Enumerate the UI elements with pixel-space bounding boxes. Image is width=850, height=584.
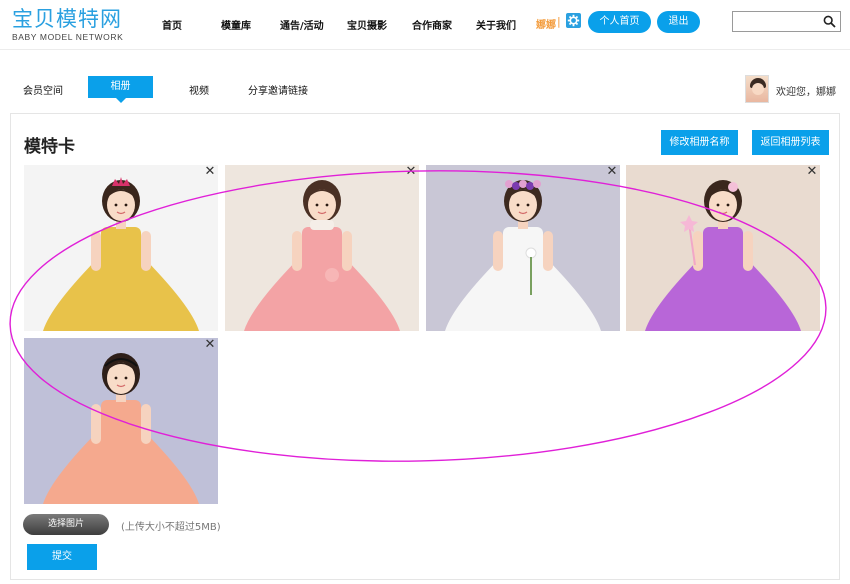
left-eye xyxy=(315,203,319,207)
scarf xyxy=(310,220,334,230)
right-arm xyxy=(543,231,553,271)
photo-image xyxy=(626,165,820,331)
nav-home[interactable]: 首页 xyxy=(162,17,182,32)
right-arm xyxy=(141,404,151,444)
search-input[interactable] xyxy=(733,15,821,34)
avatar-face xyxy=(752,83,764,95)
logo-title: 宝贝模特网 xyxy=(12,7,122,31)
dress-bodice xyxy=(101,227,141,261)
logo-subtitle: BABY MODEL NETWORK xyxy=(12,32,124,42)
left-eye xyxy=(114,376,118,380)
album-title: 模特卡 xyxy=(24,137,75,157)
tab-member-space[interactable]: 会员空间 xyxy=(23,82,63,97)
dress-bodice xyxy=(302,227,342,261)
hair-flower xyxy=(533,180,541,188)
photo-image xyxy=(24,165,218,331)
nav-model-library[interactable]: 模童库 xyxy=(221,17,251,32)
welcome-text: 欢迎您，娜娜 xyxy=(776,87,836,98)
search-box xyxy=(732,11,841,34)
right-eye xyxy=(726,203,730,207)
nav-baby-photography[interactable]: 宝贝摄影 xyxy=(347,17,387,32)
album-photo[interactable] xyxy=(24,338,218,504)
dress-bodice xyxy=(703,227,743,261)
avatar[interactable] xyxy=(745,75,769,103)
right-eye xyxy=(325,203,329,207)
tab-video[interactable]: 视频 xyxy=(189,82,209,97)
dress-flower xyxy=(325,268,339,282)
dress-bodice xyxy=(101,400,141,434)
hair-flower xyxy=(505,180,513,188)
left-arm xyxy=(292,231,302,271)
right-eye xyxy=(526,203,530,207)
separator: | xyxy=(557,15,561,28)
back-to-album-list-button[interactable]: 返回相册列表 xyxy=(752,130,829,155)
left-eye xyxy=(114,203,118,207)
username-link[interactable]: 娜娜 xyxy=(536,16,556,31)
rename-album-button[interactable]: 修改相册名称 xyxy=(661,130,738,155)
hair-flower xyxy=(519,180,527,188)
album-photo[interactable] xyxy=(426,165,620,331)
hair-flower xyxy=(526,182,534,190)
right-eye xyxy=(124,203,128,207)
right-arm xyxy=(743,231,753,271)
held-flower xyxy=(525,247,537,259)
close-icon[interactable]: ✕ xyxy=(606,165,618,178)
album-photo[interactable] xyxy=(225,165,419,331)
tab-album[interactable]: 相册 xyxy=(88,76,153,103)
choose-image-button[interactable]: 选择图片 xyxy=(23,514,109,535)
left-eye xyxy=(516,203,520,207)
hair-bow xyxy=(728,182,738,192)
nav-notices-events[interactable]: 通告/活动 xyxy=(280,17,324,32)
profile-button[interactable]: 个人首页 xyxy=(588,11,651,33)
close-icon[interactable]: ✕ xyxy=(806,165,818,178)
dress-bodice xyxy=(503,227,543,261)
site-header: 宝贝模特网 BABY MODEL NETWORK 首页 模童库 通告/活动 宝贝… xyxy=(0,0,850,50)
hair-flower xyxy=(512,182,520,190)
right-arm xyxy=(141,231,151,271)
album-photo[interactable] xyxy=(24,165,218,331)
close-icon[interactable]: ✕ xyxy=(405,165,417,178)
close-icon[interactable]: ✕ xyxy=(204,338,216,351)
search-icon[interactable] xyxy=(823,15,836,28)
photo-image xyxy=(426,165,620,331)
logout-button[interactable]: 退出 xyxy=(657,11,700,33)
gear-icon[interactable] xyxy=(566,13,581,28)
upload-size-hint: (上传大小不超过5MB) xyxy=(121,522,221,533)
close-icon[interactable]: ✕ xyxy=(204,165,216,178)
tab-share-invite-link[interactable]: 分享邀请链接 xyxy=(248,82,308,97)
nav-partners[interactable]: 合作商家 xyxy=(412,17,452,32)
photo-image xyxy=(225,165,419,331)
left-eye xyxy=(716,203,720,207)
nav-about-us[interactable]: 关于我们 xyxy=(476,17,516,32)
right-arm xyxy=(342,231,352,271)
left-arm xyxy=(493,231,503,271)
member-subnav: 会员空间 相册 视频 分享邀请链接 xyxy=(0,70,850,103)
photo-image xyxy=(24,338,218,504)
album-photo[interactable] xyxy=(626,165,820,331)
submit-button[interactable]: 提交 xyxy=(27,544,97,570)
gear-icon-svg xyxy=(567,14,580,27)
right-eye xyxy=(124,376,128,380)
left-arm xyxy=(91,404,101,444)
left-arm xyxy=(91,231,101,271)
site-logo[interactable]: 宝贝模特网 BABY MODEL NETWORK xyxy=(12,7,123,42)
